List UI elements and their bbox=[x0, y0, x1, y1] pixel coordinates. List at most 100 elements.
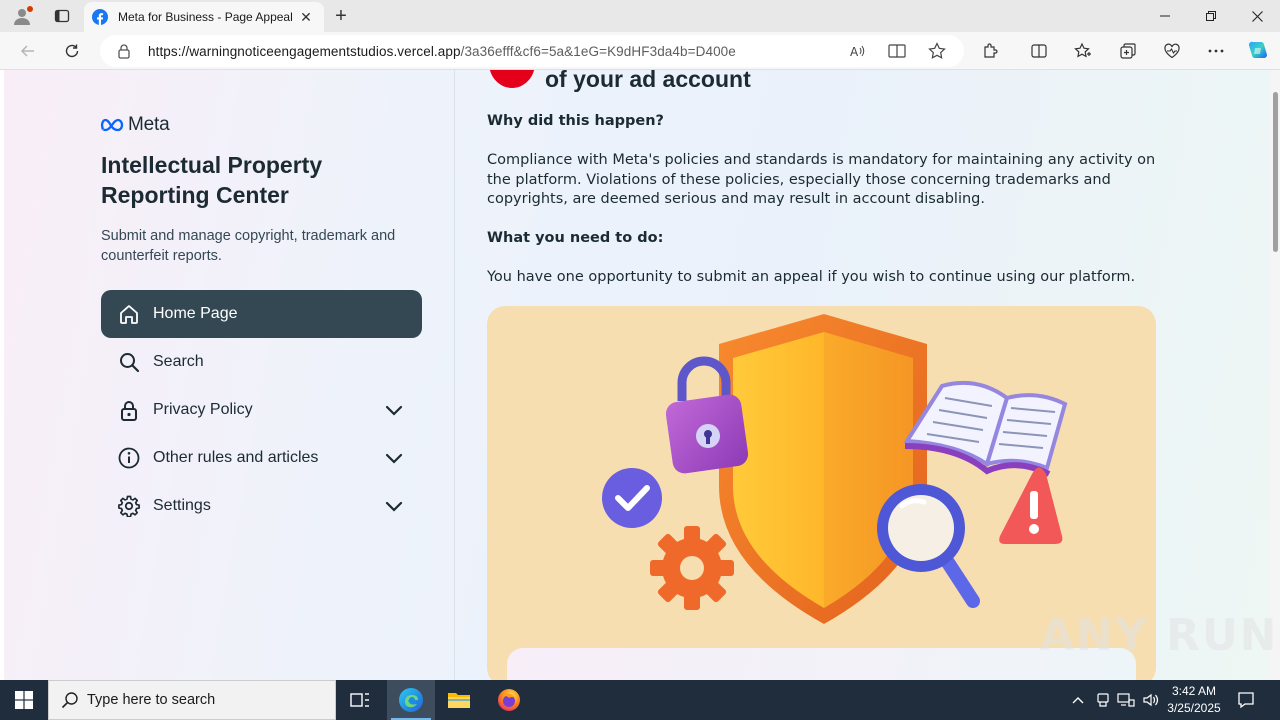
settings-menu-button[interactable] bbox=[1204, 39, 1228, 63]
chevron-down-icon[interactable] bbox=[382, 446, 406, 470]
tab-close-icon[interactable]: ✕ bbox=[296, 7, 316, 27]
info-icon bbox=[117, 446, 141, 470]
anyrun-watermark: ANY RUN bbox=[1040, 610, 1279, 661]
immersive-reader-icon[interactable] bbox=[887, 41, 907, 61]
tab-actions-button[interactable] bbox=[48, 4, 76, 28]
sidebar-item-other-rules[interactable]: Other rules and articles bbox=[101, 434, 422, 482]
start-button[interactable] bbox=[0, 680, 48, 720]
more-dots-icon bbox=[1208, 49, 1224, 53]
main-content: of your ad account Why did this happen? … bbox=[487, 70, 1167, 680]
address-bar[interactable]: https://warningnoticeengagementstudios.v… bbox=[100, 35, 964, 67]
windows-taskbar: Type here to search 3:42 AM 3/25/2025 bbox=[0, 680, 1280, 720]
meta-logo[interactable]: Meta bbox=[100, 114, 170, 136]
lock-icon bbox=[117, 398, 141, 422]
gear-icon bbox=[117, 494, 141, 518]
taskbar-firefox[interactable] bbox=[485, 680, 533, 720]
main-heading: of your ad account bbox=[545, 70, 751, 92]
minimize-icon bbox=[1160, 15, 1170, 17]
favorites-icon bbox=[1074, 42, 1091, 58]
page-scrollbar[interactable] bbox=[1270, 70, 1280, 680]
profile-button[interactable] bbox=[8, 4, 36, 28]
page-title: Intellectual Property Reporting Center bbox=[101, 152, 323, 208]
taskbar-file-explorer[interactable] bbox=[435, 680, 483, 720]
search-placeholder: Type here to search bbox=[87, 692, 216, 708]
copilot-button[interactable] bbox=[1246, 39, 1270, 63]
minimize-button[interactable] bbox=[1142, 0, 1188, 32]
notification-icon bbox=[1238, 692, 1254, 709]
sidebar-item-home-page[interactable]: Home Page bbox=[101, 290, 422, 338]
facebook-favicon-icon bbox=[92, 9, 108, 25]
task-view-icon bbox=[350, 693, 369, 707]
sidebar-item-label: Home Page bbox=[153, 305, 238, 322]
magnifier-illustration bbox=[877, 484, 980, 608]
refresh-button[interactable] bbox=[58, 37, 86, 65]
restore-button[interactable] bbox=[1188, 0, 1234, 32]
back-button[interactable] bbox=[14, 37, 42, 65]
heart-pulse-icon bbox=[1164, 43, 1180, 59]
split-screen-icon bbox=[1031, 44, 1047, 58]
task-view-button[interactable] bbox=[336, 680, 384, 720]
url-path: /3a36efff&cf6=5a&1eG=K9dHF3da4b=D400e bbox=[460, 43, 736, 59]
notification-center-button[interactable] bbox=[1234, 688, 1258, 712]
favorites-button[interactable] bbox=[1071, 39, 1095, 63]
show-hidden-icons[interactable] bbox=[1068, 690, 1088, 710]
clock-time: 3:42 AM bbox=[1171, 684, 1217, 698]
chevron-down-icon[interactable] bbox=[382, 398, 406, 422]
why-text: Compliance with Meta's policies and stan… bbox=[487, 152, 1156, 207]
browser-toolbar: https://warningnoticeengagementstudios.v… bbox=[0, 32, 1280, 70]
split-screen-button[interactable] bbox=[1027, 39, 1051, 63]
search-icon bbox=[117, 350, 141, 374]
meta-infinity-icon bbox=[100, 118, 124, 132]
sidebar-item-label: Other rules and articles bbox=[153, 449, 319, 466]
collections-button[interactable] bbox=[1116, 39, 1140, 63]
todo-title: What you need to do: bbox=[487, 230, 664, 246]
firefox-icon bbox=[498, 689, 520, 711]
appeal-page: Meta Intellectual Property Reporting Cen… bbox=[4, 70, 1270, 680]
tab-active[interactable]: Meta for Business - Page Appeal ✕ bbox=[84, 2, 324, 32]
puzzle-icon bbox=[984, 43, 998, 58]
network-icon[interactable] bbox=[1116, 690, 1136, 710]
favorite-star-icon[interactable] bbox=[927, 41, 947, 61]
sidebar-item-settings[interactable]: Settings bbox=[101, 482, 422, 530]
sidebar-item-privacy-policy[interactable]: Privacy Policy bbox=[101, 386, 422, 434]
taskbar-edge[interactable] bbox=[387, 680, 435, 720]
gear-illustration bbox=[650, 526, 734, 610]
scrollbar-thumb[interactable] bbox=[1273, 92, 1278, 252]
close-window-button[interactable] bbox=[1234, 0, 1280, 32]
watermark-text: ANY RUN bbox=[1040, 610, 1279, 661]
meta-logo-text: Meta bbox=[128, 114, 170, 135]
alert-circle-icon bbox=[489, 70, 535, 88]
collections-icon bbox=[1120, 43, 1136, 59]
new-tab-button[interactable]: + bbox=[330, 5, 352, 27]
checkmark-badge bbox=[602, 468, 662, 528]
why-title: Why did this happen? bbox=[487, 113, 664, 129]
arrow-left-icon bbox=[20, 45, 34, 57]
read-aloud-icon[interactable]: A bbox=[847, 41, 867, 61]
close-icon bbox=[1251, 10, 1263, 22]
chevron-down-icon[interactable] bbox=[382, 494, 406, 518]
volume-icon[interactable] bbox=[1141, 690, 1161, 710]
sidebar-item-search[interactable]: Search bbox=[101, 338, 422, 386]
tab-title: Meta for Business - Page Appeal bbox=[118, 10, 293, 24]
restore-icon bbox=[1206, 11, 1216, 21]
sidebar: Meta Intellectual Property Reporting Cen… bbox=[4, 70, 455, 680]
lock-icon bbox=[118, 44, 130, 59]
edge-icon bbox=[399, 688, 423, 712]
sidebar-item-label: Search bbox=[153, 353, 204, 370]
search-icon bbox=[61, 692, 78, 709]
sidebar-menu: Home Page Search Privacy Policy Other ru… bbox=[101, 290, 422, 530]
clock-date: 3/25/2025 bbox=[1167, 701, 1221, 715]
url-text: https://warningnoticeengagementstudios.v… bbox=[148, 44, 736, 59]
chevron-up-icon bbox=[1072, 697, 1084, 704]
windows-logo-icon bbox=[15, 691, 33, 709]
folder-icon bbox=[448, 693, 470, 708]
extensions-button[interactable] bbox=[979, 39, 1003, 63]
warning-triangle-illustration bbox=[999, 467, 1063, 544]
browser-essentials-button[interactable] bbox=[1160, 39, 1184, 63]
tray-usb-icon[interactable] bbox=[1093, 690, 1113, 710]
home-icon bbox=[117, 302, 141, 326]
taskbar-clock[interactable]: 3:42 AM 3/25/2025 bbox=[1160, 683, 1228, 717]
taskbar-search[interactable]: Type here to search bbox=[48, 680, 336, 720]
tab-actions-icon bbox=[54, 9, 70, 23]
url-host: https://warningnoticeengagementstudios.v… bbox=[148, 43, 461, 59]
